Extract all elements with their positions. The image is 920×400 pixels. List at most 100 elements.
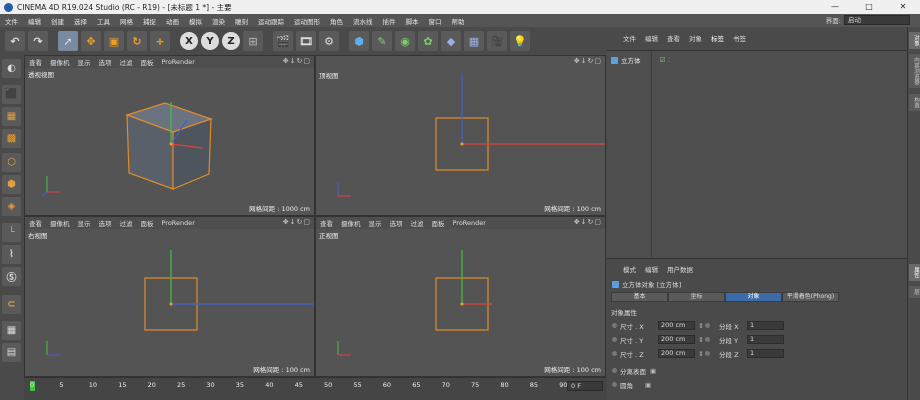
- tab-layers[interactable]: 层: [909, 286, 920, 298]
- scale-icon[interactable]: ▣: [104, 31, 124, 51]
- menu-render[interactable]: 渲染: [207, 16, 230, 26]
- workplane-icon[interactable]: ▩: [2, 129, 21, 148]
- menu-plugins[interactable]: 插件: [378, 16, 401, 26]
- menu-animate[interactable]: 动画: [161, 16, 184, 26]
- menu-mesh[interactable]: 网格: [115, 16, 138, 26]
- make-editable-icon[interactable]: ◐: [2, 59, 21, 78]
- tab-objects[interactable]: 对象: [909, 32, 920, 49]
- cube-icon[interactable]: ⬢: [349, 31, 369, 51]
- light-icon[interactable]: 💡: [510, 31, 530, 51]
- add-icon[interactable]: +: [150, 31, 170, 51]
- keyframe-dot-icon[interactable]: [612, 382, 617, 387]
- om-menu-file[interactable]: 文件: [623, 33, 636, 43]
- visibility-check-icon[interactable]: ☑: [660, 56, 666, 64]
- x-axis-lock-button[interactable]: X: [180, 32, 198, 50]
- list-item[interactable]: 立方体 ☑ ⁚: [611, 55, 670, 65]
- menu-pipeline[interactable]: 流水线: [348, 16, 378, 26]
- menu-script[interactable]: 脚本: [401, 16, 424, 26]
- menu-snap[interactable]: 捕捉: [138, 16, 161, 26]
- tab-attributes[interactable]: 属性: [909, 264, 920, 281]
- size-z-stepper-icon[interactable]: ⇕: [697, 350, 705, 358]
- coordinate-system-icon[interactable]: ⊞: [243, 31, 263, 51]
- edges-mode-icon[interactable]: ⬢: [2, 175, 21, 194]
- keyframe-dot-icon[interactable]: [612, 337, 617, 342]
- minimize-button[interactable]: —: [818, 0, 852, 14]
- om-menu-object[interactable]: 对象: [689, 33, 702, 43]
- points-mode-icon[interactable]: ⬡: [2, 153, 21, 172]
- am-menu-edit[interactable]: 编辑: [645, 264, 658, 274]
- deformer-icon[interactable]: ◆: [441, 31, 461, 51]
- undo-icon[interactable]: ↶: [5, 31, 25, 51]
- current-frame-field[interactable]: 0 F: [567, 381, 603, 391]
- polygons-mode-icon[interactable]: ◈: [2, 197, 21, 216]
- om-menu-view[interactable]: 查看: [667, 33, 680, 43]
- tab-content-browser[interactable]: 内容浏览器: [909, 54, 920, 88]
- menu-motion-tracking[interactable]: 运动跟踪: [253, 16, 289, 26]
- render-view-icon[interactable]: 🎬: [273, 31, 293, 51]
- texture-mode-icon[interactable]: ▦: [2, 107, 21, 126]
- size-y-stepper-icon[interactable]: ⇕: [697, 336, 705, 344]
- workplane-lock-icon[interactable]: ▦: [2, 321, 21, 340]
- select-arrow-icon[interactable]: ➚: [58, 31, 78, 51]
- grid-icon[interactable]: ▤: [2, 343, 21, 362]
- tag-dots-icon[interactable]: ⁚: [668, 56, 670, 64]
- menu-window[interactable]: 窗口: [424, 16, 447, 26]
- render-picture-viewer-icon[interactable]: 🎞: [296, 31, 316, 51]
- keyframe-dot-icon[interactable]: [705, 323, 710, 328]
- viewport-right[interactable]: 查看 摄像机 显示 选项 过滤 面板 ProRender ✥↓↻▢ 右视图 网格…: [24, 216, 315, 377]
- tab-coord[interactable]: 坐标: [668, 292, 725, 302]
- menu-mograph[interactable]: 运动图形: [289, 16, 325, 26]
- keyframe-dot-icon[interactable]: [612, 323, 617, 328]
- array-icon[interactable]: ✿: [418, 31, 438, 51]
- timeline[interactable]: 0 5 10 15 20 25 30 35 40 45 50 55 60 65 70 75 80 85 90 0 F: [24, 377, 607, 400]
- snap-icon[interactable]: Ⓢ: [2, 267, 21, 286]
- viewport-top[interactable]: ✥↓↻▢ 顶视图 网格间距 : 100 cm: [315, 55, 606, 216]
- menu-tools[interactable]: 工具: [92, 16, 115, 26]
- menu-create[interactable]: 创建: [46, 16, 69, 26]
- menu-file[interactable]: 文件: [0, 16, 23, 26]
- tab-phong[interactable]: 平滑着色(Phong): [782, 292, 839, 302]
- close-button[interactable]: ✕: [886, 0, 920, 14]
- tab-basic[interactable]: 基本: [611, 292, 668, 302]
- menu-select[interactable]: 选择: [69, 16, 92, 26]
- menu-character[interactable]: 角色: [325, 16, 348, 26]
- move-icon[interactable]: ✥: [81, 31, 101, 51]
- pen-icon[interactable]: ✎: [372, 31, 392, 51]
- menu-help[interactable]: 帮助: [447, 16, 470, 26]
- redo-icon[interactable]: ↷: [28, 31, 48, 51]
- seg-x-field[interactable]: 1: [747, 321, 784, 330]
- object-name[interactable]: 立方体: [621, 55, 641, 65]
- model-mode-icon[interactable]: ⬛: [2, 85, 21, 104]
- magnet-icon[interactable]: ⊂: [2, 295, 21, 314]
- size-z-field[interactable]: 200 cm: [658, 349, 695, 358]
- size-x-stepper-icon[interactable]: ⇕: [697, 322, 705, 330]
- y-axis-lock-button[interactable]: Y: [201, 32, 219, 50]
- menu-edit[interactable]: 编辑: [23, 16, 46, 26]
- floor-icon[interactable]: ▦: [464, 31, 484, 51]
- tab-object[interactable]: 对象: [725, 292, 782, 302]
- separate-faces-checkbox[interactable]: ▣: [650, 367, 656, 375]
- keyframe-dot-icon[interactable]: [705, 351, 710, 356]
- menu-sculpt[interactable]: 雕刻: [230, 16, 253, 26]
- keyframe-dot-icon[interactable]: [612, 351, 617, 356]
- camera-icon[interactable]: 🎥: [487, 31, 507, 51]
- viewport-front[interactable]: 查看 摄像机 显示 选项 过滤 面板 ProRender ✥↓↻▢ 正视图 网格…: [315, 216, 606, 377]
- layout-dropdown[interactable]: 启动: [844, 15, 910, 25]
- render-settings-icon[interactable]: ⚙: [319, 31, 339, 51]
- am-menu-mode[interactable]: 模式: [623, 264, 636, 274]
- z-axis-lock-button[interactable]: Z: [222, 32, 240, 50]
- keyframe-dot-icon[interactable]: [612, 368, 617, 373]
- seg-y-field[interactable]: 1: [747, 335, 784, 344]
- fillet-checkbox[interactable]: ▣: [645, 381, 651, 389]
- am-menu-userdata[interactable]: 用户数据: [667, 264, 693, 274]
- seg-z-field[interactable]: 1: [747, 349, 784, 358]
- menu-simulate[interactable]: 模拟: [184, 16, 207, 26]
- subdivision-icon[interactable]: ◉: [395, 31, 415, 51]
- maximize-button[interactable]: □: [852, 0, 886, 14]
- om-menu-bookmarks[interactable]: 书签: [733, 33, 746, 43]
- tab-structure[interactable]: 构造: [909, 94, 920, 111]
- viewport-perspective[interactable]: 查看 摄像机 显示 选项 过滤 面板 ProRender ✥↓↻▢ 透视视图 网…: [24, 55, 315, 216]
- keyframe-dot-icon[interactable]: [705, 337, 710, 342]
- om-menu-tags[interactable]: 标签: [711, 33, 724, 43]
- rotate-icon[interactable]: ↻: [127, 31, 147, 51]
